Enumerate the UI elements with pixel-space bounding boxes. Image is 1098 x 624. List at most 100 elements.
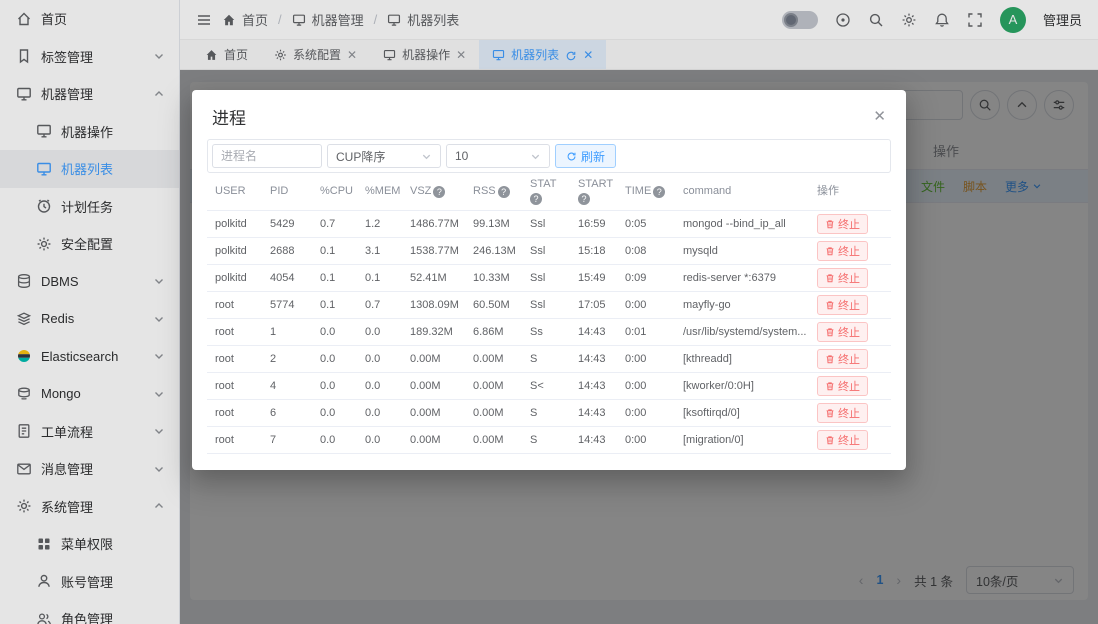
sidebar-item-security-config[interactable]: 安全配置 [0,225,179,263]
cell-cpu: 0.1 [312,299,357,311]
cell-rss: 60.50M [465,299,522,311]
script-link[interactable]: 脚本 [963,178,987,195]
sidebar-item-workorder[interactable]: 工单流程 [0,413,179,451]
hamburger-menu-icon[interactable] [196,12,212,28]
cell-user: root [207,434,262,446]
cell-rss: 99.13M [465,218,522,230]
gear-icon [274,48,287,61]
cell-user: polkitd [207,218,262,230]
process-name-input[interactable] [212,144,322,168]
kill-process-button[interactable]: 终止 [817,349,868,369]
sidebar-item-dbms[interactable]: DBMS [0,263,179,301]
prev-page-button[interactable]: ‹ [859,572,864,588]
language-icon[interactable] [835,12,851,28]
tab-machine-ops[interactable]: 机器操作 ✕ [370,40,479,69]
cell-actions: 终止 [809,349,891,369]
cell-cpu: 0.0 [312,326,357,338]
cell-command: /usr/lib/systemd/system... [675,326,809,338]
row-count-select[interactable]: 10 [446,144,550,168]
chevron-down-icon [153,275,165,287]
tab-home[interactable]: 首页 [192,40,261,69]
tab-system-config[interactable]: 系统配置 ✕ [261,40,370,69]
breadcrumb-item[interactable]: 机器管理 [312,10,364,29]
bell-icon[interactable] [934,12,950,28]
sort-order-select[interactable]: CUP降序 [327,144,441,168]
ops-column-header: 操作 [916,134,976,170]
sidebar-item-machine-list[interactable]: 机器列表 [0,150,179,188]
gear-icon[interactable] [901,12,917,28]
help-icon[interactable]: ? [530,193,542,205]
help-icon[interactable]: ? [433,186,445,198]
breadcrumb: 首页 / 机器管理 / 机器列表 [222,10,459,29]
cell-vsz: 0.00M [402,407,465,419]
process-table-body: polkitd 5429 0.7 1.2 1486.77M 99.13M Ssl… [207,211,891,454]
help-icon[interactable]: ? [578,193,590,205]
fullscreen-icon[interactable] [967,12,983,28]
next-page-button[interactable]: › [896,572,901,588]
sidebar-item-messages[interactable]: 消息管理 [0,450,179,488]
kill-process-button[interactable]: 终止 [817,403,868,423]
column-header: %MEM [357,185,402,199]
dialog-body: CUP降序 10 刷新 USER PID %CPU %MEM VSZ? RSS [192,139,906,454]
page-number[interactable]: 1 [876,573,883,587]
help-icon[interactable]: ? [498,186,510,198]
sidebar-item-machine-ops[interactable]: 机器操作 [0,113,179,151]
search-icon[interactable] [868,12,884,28]
collapse-button[interactable] [1007,90,1037,120]
close-icon[interactable]: ✕ [583,49,593,61]
kill-process-button[interactable]: 终止 [817,241,868,261]
cell-mem: 0.0 [357,434,402,446]
sidebar-item-home[interactable]: 首页 [0,0,179,38]
dark-mode-toggle[interactable] [782,11,818,29]
cell-mem: 0.0 [357,380,402,392]
sidebar-item-elasticsearch[interactable]: Elasticsearch [0,338,179,376]
sidebar-item-machine-mgmt[interactable]: 机器管理 [0,75,179,113]
kill-process-button[interactable]: 终止 [817,430,868,450]
monitor-icon [36,161,52,177]
sidebar-item-roles[interactable]: 角色管理 [0,600,179,624]
help-icon[interactable]: ? [653,186,665,198]
refresh-icon[interactable] [565,49,577,61]
tab-machine-list[interactable]: 机器列表 ✕ [479,40,606,69]
monitor-icon [16,86,32,102]
close-icon[interactable]: ✕ [456,49,466,61]
cell-vsz: 1538.77M [402,245,465,257]
cell-command: redis-server *:6379 [675,272,809,284]
close-icon[interactable]: ✕ [347,49,357,61]
sidebar-item-accounts[interactable]: 账号管理 [0,563,179,601]
kill-process-button[interactable]: 终止 [817,214,868,234]
chevron-down-icon [1053,575,1064,586]
machine-search-input[interactable] [897,90,963,120]
sidebar-item-cron-tasks[interactable]: 计划任务 [0,188,179,226]
cell-user: root [207,326,262,338]
close-icon[interactable]: ✕ [873,109,886,124]
filter-settings-button[interactable] [1044,90,1074,120]
column-header: VSZ? [402,185,465,199]
kill-process-button[interactable]: 终止 [817,295,868,315]
sidebar-item-mongo[interactable]: Mongo [0,375,179,413]
search-button[interactable] [970,90,1000,120]
cell-actions: 终止 [809,403,891,423]
more-link[interactable]: 更多 [1005,178,1042,195]
sidebar-item-redis[interactable]: Redis [0,300,179,338]
kill-process-button[interactable]: 终止 [817,322,868,342]
cell-command: [migration/0] [675,434,809,446]
refresh-button[interactable]: 刷新 [555,144,616,168]
sidebar-item-system-mgmt[interactable]: 系统管理 [0,488,179,526]
breadcrumb-item[interactable]: 机器列表 [407,10,459,29]
kill-process-button[interactable]: 终止 [817,268,868,288]
kill-process-button[interactable]: 终止 [817,376,868,396]
chevron-up-icon [153,500,165,512]
sidebar-item-menu-permissions[interactable]: 菜单权限 [0,525,179,563]
cell-actions: 终止 [809,430,891,450]
username-label[interactable]: 管理员 [1043,10,1082,29]
sidebar-item-tags[interactable]: 标签管理 [0,38,179,76]
breadcrumb-item[interactable]: 首页 [242,10,268,29]
cell-vsz: 52.41M [402,272,465,284]
page-size-select[interactable]: 10条/页 [966,566,1074,594]
cell-time: 0:00 [617,380,675,392]
avatar[interactable]: A [1000,7,1026,33]
file-link[interactable]: 文件 [921,178,945,195]
trash-icon [825,381,835,391]
column-header: USER [207,185,262,199]
